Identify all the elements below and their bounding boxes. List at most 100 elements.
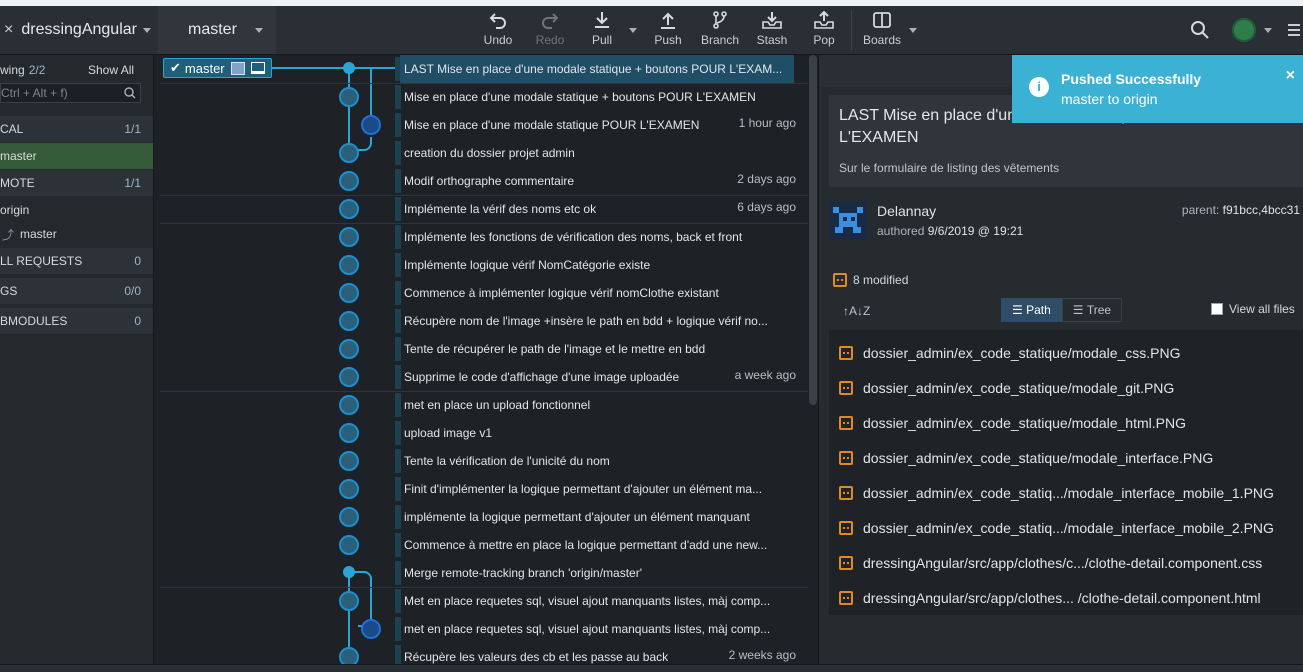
commit-row[interactable]: LAST Mise en place d'une modale statique… (160, 55, 808, 83)
remote-origin[interactable]: origin (0, 197, 153, 223)
changed-file-item[interactable]: dossier_admin/ex_code_statique/modale_cs… (839, 335, 1181, 370)
file-path: dossier_admin/ex_code_statique/modale_cs… (863, 344, 1181, 361)
commit-avatar-node[interactable] (339, 87, 359, 107)
commit-row[interactable]: Commence à mettre en place la logique pe… (160, 531, 808, 559)
commit-message: Mise en place d'une modale statique + bo… (404, 90, 756, 104)
commit-avatar-node[interactable] (339, 535, 359, 555)
undo-icon (471, 8, 525, 32)
commit-avatar-node[interactable] (339, 395, 359, 415)
changed-file-item[interactable]: dressingAngular/src/app/clothes/c.../clo… (839, 545, 1262, 580)
changed-file-item[interactable]: dossier_admin/ex_code_statique/modale_in… (839, 440, 1213, 475)
commit-row[interactable]: Supprime le code d'affichage d'une image… (160, 363, 808, 391)
commit-avatar-node[interactable] (339, 507, 359, 527)
search-icon[interactable] (1190, 20, 1210, 45)
commit-avatar-node[interactable] (339, 255, 359, 275)
commit-avatar-node[interactable] (339, 423, 359, 443)
commit-row[interactable]: Récupère nom de l'image +insère le path … (160, 307, 808, 335)
view-all-files-toggle[interactable]: View all files (1211, 302, 1295, 316)
close-icon[interactable]: × (1286, 67, 1295, 85)
commit-row[interactable]: Merge remote-tracking branch 'origin/mas… (160, 559, 808, 587)
commit-row[interactable]: implémente la logique permettant d'ajout… (160, 503, 808, 531)
show-all-link[interactable]: Show All (88, 63, 134, 77)
commit-row[interactable]: Met en place requetes sql, visuel ajout … (160, 587, 808, 615)
profile-avatar[interactable] (1232, 18, 1256, 42)
graph-lane (395, 169, 401, 193)
commit-row[interactable]: Tente la vérification de l'unicité du no… (160, 447, 808, 475)
view-all-checkbox[interactable] (1211, 303, 1223, 315)
changed-file-item[interactable]: dossier_admin/ex_code_statiq.../modale_i… (839, 510, 1274, 545)
commit-avatar-node[interactable] (339, 143, 359, 163)
commit-avatar-node[interactable] (339, 199, 359, 219)
commit-node[interactable] (343, 62, 355, 74)
submodules-section[interactable]: BMODULES 0 (0, 308, 153, 334)
commit-avatar-node[interactable] (361, 619, 381, 639)
commit-row[interactable]: met en place un upload fonctionnel (160, 391, 808, 419)
commit-row[interactable]: Mise en place d'une modale statique + bo… (160, 83, 808, 111)
commit-row[interactable]: Modif orthographe commentaire 2 days ago (160, 167, 808, 195)
pull-requests-section[interactable]: LL REQUESTS 0 (0, 248, 153, 274)
commit-avatar-node[interactable] (339, 283, 359, 303)
changed-file-item[interactable]: dossier_admin/ex_code_statique/modale_gi… (839, 370, 1174, 405)
undo-button[interactable]: Undo (471, 8, 525, 52)
changed-file-item[interactable]: dossier_admin/ex_code_statique/modale_ht… (839, 405, 1186, 440)
tree-view-button[interactable]: ☰ Tree (1061, 298, 1123, 322)
commit-avatar-node[interactable] (339, 311, 359, 331)
pop-button[interactable]: Pop (797, 8, 851, 52)
commit-avatar-node[interactable] (361, 115, 381, 135)
modified-file-icon (839, 345, 853, 360)
commit-row[interactable]: Implémente logique vérif NomCatégorie ex… (160, 251, 808, 279)
profile-chevron-icon[interactable] (1264, 28, 1272, 33)
hamburger-menu-icon[interactable] (1288, 24, 1300, 39)
changed-file-item[interactable]: dossier_admin/ex_code_statiq.../modale_i… (839, 475, 1274, 510)
stash-button[interactable]: Stash (745, 8, 799, 52)
changed-file-item[interactable]: dressingAngular/src/app/clothes... /clot… (839, 580, 1261, 615)
commit-avatar-node[interactable] (339, 591, 359, 611)
graph-lane (395, 617, 401, 641)
tags-section[interactable]: GS 0/0 (0, 278, 153, 304)
commit-row[interactable]: Finit d'implémenter la logique permettan… (160, 475, 808, 503)
graph-lane (395, 281, 401, 305)
pull-options-chevron-icon[interactable] (629, 28, 637, 33)
boards-options-chevron-icon[interactable] (909, 28, 917, 33)
sort-icon[interactable]: ↑A↓Z (843, 304, 870, 318)
close-repo-icon[interactable]: × (4, 21, 13, 39)
commit-row[interactable]: Mise en place d'une modale statique POUR… (160, 111, 808, 139)
commit-node[interactable] (343, 566, 355, 578)
info-icon: i (1029, 77, 1049, 97)
remote-branch-master[interactable]: ⤴ master (0, 221, 153, 247)
graph-lane (395, 337, 401, 361)
commit-row[interactable]: upload image v1 (160, 419, 808, 447)
pull-button[interactable]: Pull (575, 8, 629, 52)
local-branch-master[interactable]: master (0, 143, 153, 169)
filter-input[interactable]: Ctrl + Alt + f) (0, 83, 141, 103)
commit-avatar-node[interactable] (339, 367, 359, 387)
remote-section[interactable]: MOTE 1/1 (0, 170, 153, 196)
commit-message: met en place requetes sql, visuel ajout … (404, 622, 771, 636)
repo-name: dressingAngular (21, 21, 137, 38)
commit-avatar-node[interactable] (339, 227, 359, 247)
push-button[interactable]: Push (641, 8, 695, 52)
parent-sha[interactable]: f91bcc,4bcc31 (1223, 203, 1300, 217)
branch-button[interactable]: Branch (693, 8, 747, 52)
local-section[interactable]: CAL 1/1 (0, 116, 153, 142)
commit-avatar-node[interactable] (339, 479, 359, 499)
commit-row[interactable]: creation du dossier projet admin (160, 139, 808, 167)
commit-row[interactable]: Implémente la vérif des noms etc ok 6 day… (160, 195, 808, 223)
commit-row[interactable]: Tente de récupérer le path de l'image et… (160, 335, 808, 363)
commit-avatar-node[interactable] (339, 339, 359, 359)
commit-row[interactable]: Implémente les fonctions de vérification… (160, 223, 808, 251)
commit-avatar-node[interactable] (339, 171, 359, 191)
toast-title: Pushed Successfully (1061, 71, 1202, 87)
boards-icon (855, 8, 909, 32)
commit-row[interactable]: Commence à implémenter logique vérif nom… (160, 279, 808, 307)
commit-avatar-node[interactable] (339, 451, 359, 471)
branch-selector[interactable]: master (158, 6, 276, 54)
boards-button[interactable]: Boards (855, 8, 909, 52)
repo-selector[interactable]: × dressingAngular (0, 6, 151, 54)
path-view-button[interactable]: ☰ Path (1001, 298, 1062, 322)
redo-button[interactable]: Redo (523, 8, 577, 52)
commit-message: Supprime le code d'affichage d'une image… (404, 370, 680, 384)
graph-scrollbar[interactable] (809, 55, 817, 405)
commit-row[interactable]: met en place requetes sql, visuel ajout … (160, 615, 808, 643)
toolbar-divider (851, 10, 852, 50)
